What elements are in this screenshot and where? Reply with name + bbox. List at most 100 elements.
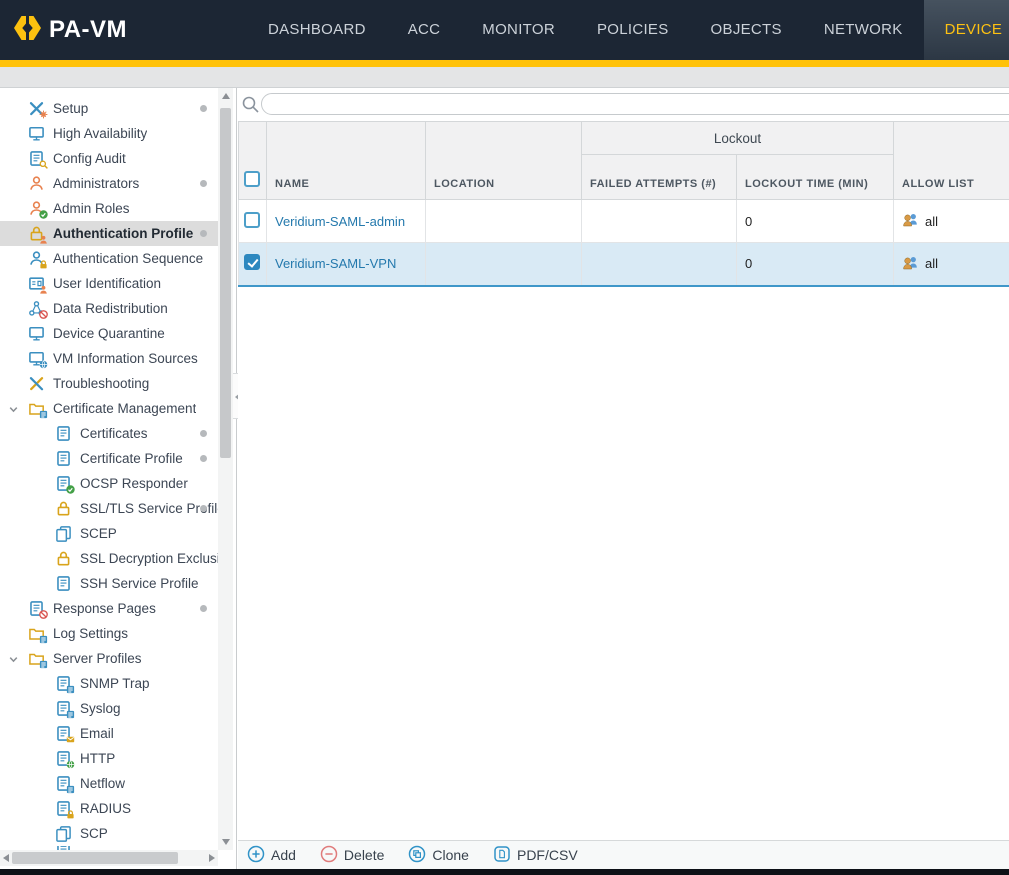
sidebar-item-ssl-decryption-exclusion[interactable]: SSL Decryption Exclusion (0, 546, 218, 571)
top-nav: PA-VM DASHBOARDACCMONITORPOLICIESOBJECTS… (0, 0, 1009, 60)
status-dot-icon (200, 105, 207, 112)
search-input[interactable] (261, 93, 1009, 115)
sidebar-item-response-pages[interactable]: Response Pages (0, 596, 218, 621)
device-quarantine-icon (28, 325, 45, 342)
scroll-left-arrow-icon[interactable] (3, 854, 9, 862)
sidebar-item-label: OCSP Responder (80, 476, 188, 491)
sidebar: SetupHigh Availability Config Audit Admini… (0, 88, 237, 869)
row-checkbox[interactable] (244, 212, 260, 228)
troubleshooting-icon (28, 375, 45, 392)
sidebar-item-log-settings[interactable]: Log Settings (0, 621, 218, 646)
scroll-right-arrow-icon[interactable] (209, 854, 215, 862)
users-icon (902, 255, 919, 273)
nav-tab-dashboard[interactable]: DASHBOARD (247, 0, 387, 60)
cell-allow-list: all (894, 200, 1009, 243)
column-header-location[interactable]: LOCATION (426, 122, 582, 200)
sidebar-item-user-identification[interactable]: User Identification (0, 271, 218, 296)
delete-button[interactable]: Delete (320, 845, 384, 866)
sidebar-horizontal-scrollbar[interactable] (0, 850, 218, 866)
sidebar-item-ssl-tls-service-profile[interactable]: SSL/TLS Service Profile (0, 496, 218, 521)
sidebar-item-ssh-service-profile[interactable]: SSH Service Profile (0, 571, 218, 596)
search-icon (241, 95, 260, 119)
nav-tab-policies[interactable]: POLICIES (576, 0, 690, 60)
pdf-csv-button[interactable]: PDF/CSV (493, 845, 578, 866)
clone-button[interactable]: Clone (408, 845, 469, 866)
horizontal-scroll-thumb[interactable] (12, 852, 178, 864)
nav-tab-monitor[interactable]: MONITOR (461, 0, 576, 60)
status-dot-icon (200, 505, 207, 512)
main-content: NAME LOCATION Lockout ALLOW LIST FAILED … (238, 88, 1009, 869)
sidebar-item-data-redistribution[interactable]: Data Redistribution (0, 296, 218, 321)
nav-tab-objects[interactable]: OBJECTS (690, 0, 803, 60)
sidebar-item-label: RADIUS (80, 801, 131, 816)
sidebar-item-label: Log Settings (53, 626, 128, 641)
sidebar-vertical-scrollbar[interactable] (218, 88, 233, 850)
sidebar-item-label: VM Information Sources (53, 351, 198, 366)
cell-location (426, 243, 582, 286)
sidebar-item-scep[interactable]: SCEP (0, 521, 218, 546)
sidebar-item-authentication-profile[interactable]: Authentication Profile (0, 221, 218, 246)
chevron-down-icon[interactable] (8, 653, 19, 668)
sidebar-item-certificate-profile[interactable]: Certificate Profile (0, 446, 218, 471)
nav-tab-network[interactable]: NETWORK (803, 0, 924, 60)
server-profiles-icon (28, 650, 45, 667)
sidebar-item-label: Data Redistribution (53, 301, 168, 316)
nav-menu: DASHBOARDACCMONITORPOLICIESOBJECTSNETWOR… (247, 0, 1009, 60)
sidebar-item-high-availability[interactable]: High Availability (0, 121, 218, 146)
sidebar-item-label: Certificate Profile (80, 451, 183, 466)
sidebar-item-scp[interactable]: SCP (0, 821, 218, 846)
sidebar-item-administrators[interactable]: Administrators (0, 171, 218, 196)
column-header-name[interactable]: NAME (267, 122, 426, 200)
column-header-lockout-time[interactable]: LOCKOUT TIME (MIN) (737, 155, 894, 200)
column-header-allow-list[interactable]: ALLOW LIST (894, 122, 1009, 200)
status-dot-icon (200, 180, 207, 187)
nav-tab-acc[interactable]: ACC (387, 0, 462, 60)
sidebar-item-http[interactable]: HTTP (0, 746, 218, 771)
sidebar-item-radius[interactable]: RADIUS (0, 796, 218, 821)
data-redistribution-icon (28, 300, 45, 317)
cell-failed-attempts (582, 243, 737, 286)
vertical-scroll-thumb[interactable] (220, 108, 231, 458)
sidebar-item-label: Syslog (80, 701, 121, 716)
sidebar-item-server-profiles[interactable]: Server Profiles (0, 646, 218, 671)
log-settings-icon (28, 625, 45, 642)
sidebar-item-certificate-management[interactable]: Certificate Management (0, 396, 218, 421)
authentication-profile-icon (28, 225, 45, 242)
sidebar-item-syslog[interactable]: Syslog (0, 696, 218, 721)
sidebar-item-admin-roles[interactable]: Admin Roles (0, 196, 218, 221)
sidebar-item-label: Server Profiles (53, 651, 142, 666)
add-button[interactable]: Add (247, 845, 296, 866)
brand-name: PA-VM (49, 16, 127, 44)
sidebar-item-config-audit[interactable]: Config Audit (0, 146, 218, 171)
scp-icon (55, 825, 72, 842)
sidebar-item-email[interactable]: Email (0, 721, 218, 746)
profile-name-link[interactable]: Veridium-SAML-admin (275, 214, 405, 229)
sidebar-item-setup[interactable]: Setup (0, 96, 218, 121)
netflow-icon (55, 775, 72, 792)
sidebar-item-label: Config Audit (53, 151, 126, 166)
sidebar-item-authentication-sequence[interactable]: Authentication Sequence (0, 246, 218, 271)
sidebar-item-vm-information-sources[interactable]: VM Information Sources (0, 346, 218, 371)
email-icon (55, 725, 72, 742)
scroll-down-arrow-icon[interactable] (222, 839, 230, 845)
yellow-accent-bar (0, 60, 1009, 67)
chevron-down-icon[interactable] (8, 403, 19, 418)
select-all-checkbox[interactable] (244, 171, 260, 187)
sidebar-item-ocsp-responder[interactable]: OCSP Responder (0, 471, 218, 496)
sidebar-item-label: Admin Roles (53, 201, 130, 216)
row-checkbox[interactable] (244, 254, 260, 270)
sidebar-item-netflow[interactable]: Netflow (0, 771, 218, 796)
sidebar-item-snmp-trap[interactable]: SNMP Trap (0, 671, 218, 696)
administrators-icon (28, 175, 45, 192)
cell-failed-attempts (582, 200, 737, 243)
nav-tab-device[interactable]: DEVICE (924, 0, 1009, 60)
profile-name-link[interactable]: Veridium-SAML-VPN (275, 256, 396, 271)
sidebar-item-certificates[interactable]: Certificates (0, 421, 218, 446)
sidebar-item-label: HTTP (80, 751, 115, 766)
scroll-up-arrow-icon[interactable] (222, 93, 230, 99)
sidebar-item-troubleshooting[interactable]: Troubleshooting (0, 371, 218, 396)
window-bottom-strip (0, 869, 1009, 875)
sidebar-item-label: SCEP (80, 526, 117, 541)
column-header-failed-attempts[interactable]: FAILED ATTEMPTS (#) (582, 155, 737, 200)
sidebar-item-device-quarantine[interactable]: Device Quarantine (0, 321, 218, 346)
